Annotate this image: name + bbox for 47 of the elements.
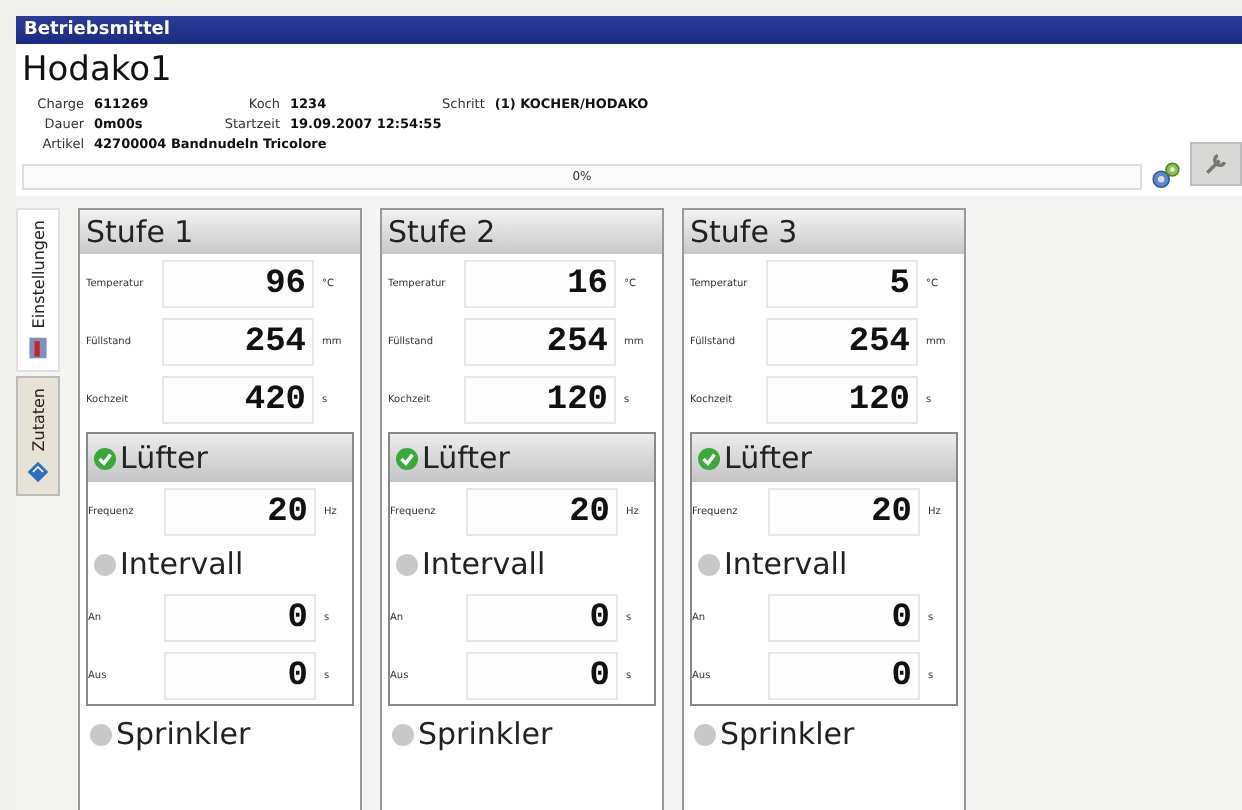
value-field[interactable]: 0 <box>768 651 920 699</box>
fan-label: Lüfter <box>724 440 812 476</box>
value-field[interactable]: 0 <box>164 593 316 641</box>
value-field[interactable]: 120 <box>464 375 616 423</box>
status-indicator[interactable] <box>396 447 418 469</box>
sprinkler-label: Sprinkler <box>418 716 553 752</box>
value-field[interactable]: 20 <box>768 487 920 535</box>
window-title: Betriebsmittel <box>16 16 1242 44</box>
value-field[interactable]: 420 <box>162 375 314 423</box>
interval-label: Intervall <box>422 546 546 582</box>
value-field[interactable]: 0 <box>466 593 618 641</box>
record-name: Hodako1 <box>22 48 174 92</box>
value-field[interactable]: 20 <box>164 487 316 535</box>
tool-button[interactable] <box>1190 142 1242 186</box>
status-indicator[interactable] <box>392 723 414 745</box>
stage-title: Stufe 3 <box>684 210 964 254</box>
status-indicator[interactable] <box>698 553 720 575</box>
status-indicator[interactable] <box>94 447 116 469</box>
sprinkler-label: Sprinkler <box>116 716 251 752</box>
fan-label: Lüfter <box>422 440 510 476</box>
value-field[interactable]: 16 <box>464 259 616 307</box>
status-indicator[interactable] <box>694 723 716 745</box>
value-field[interactable]: 120 <box>766 375 918 423</box>
status-indicator[interactable] <box>90 723 112 745</box>
status-indicator[interactable] <box>698 447 720 469</box>
thermometer-icon <box>26 336 50 361</box>
interval-label: Intervall <box>120 546 244 582</box>
value-field[interactable]: 5 <box>766 259 918 307</box>
value-field[interactable]: 254 <box>464 317 616 365</box>
sprinkler-label: Sprinkler <box>720 716 855 752</box>
wrench-icon <box>1202 150 1230 178</box>
value-field[interactable]: 20 <box>466 487 618 535</box>
interval-label: Intervall <box>724 546 848 582</box>
fan-label: Lüfter <box>120 440 208 476</box>
gears-icon[interactable] <box>1150 160 1182 192</box>
value-field[interactable]: 0 <box>768 593 920 641</box>
stage-title: Stufe 1 <box>80 210 360 254</box>
value-field[interactable]: 96 <box>162 259 314 307</box>
value-field[interactable]: 254 <box>766 317 918 365</box>
side-tab[interactable]: Einstellungen <box>16 208 60 373</box>
value-field[interactable]: 0 <box>466 651 618 699</box>
status-indicator[interactable] <box>94 553 116 575</box>
status-indicator[interactable] <box>396 553 418 575</box>
value-field[interactable]: 254 <box>162 317 314 365</box>
value-field[interactable]: 0 <box>164 651 316 699</box>
side-tab[interactable]: Zutaten <box>16 376 60 496</box>
stage-title: Stufe 2 <box>382 210 662 254</box>
